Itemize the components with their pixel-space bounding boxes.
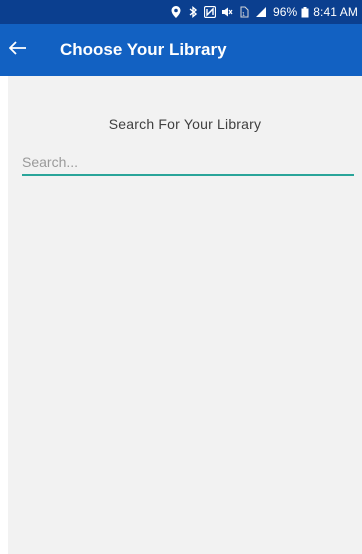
battery-icon bbox=[301, 6, 309, 18]
page-title: Choose Your Library bbox=[60, 40, 227, 59]
app-bar: Choose Your Library bbox=[0, 24, 362, 76]
sim-icon: 1 bbox=[238, 6, 250, 18]
battery-status: 96% 8:41 AM bbox=[273, 5, 358, 19]
mute-icon bbox=[221, 6, 233, 18]
main-content: Search For Your Library bbox=[8, 76, 362, 554]
status-icons: 1 bbox=[170, 6, 267, 18]
app-screen: 1 96% 8:41 AM Choose Your Library Search… bbox=[0, 0, 362, 554]
back-button[interactable] bbox=[0, 24, 46, 76]
svg-text:1: 1 bbox=[242, 12, 245, 18]
signal-icon bbox=[255, 6, 267, 18]
search-label: Search For Your Library bbox=[108, 116, 262, 132]
location-icon bbox=[170, 6, 182, 18]
nfc-icon bbox=[203, 6, 216, 18]
search-input[interactable] bbox=[22, 150, 354, 176]
bluetooth-icon bbox=[187, 6, 199, 18]
status-time: 8:41 AM bbox=[313, 5, 358, 19]
status-bar: 1 96% 8:41 AM bbox=[0, 0, 362, 24]
arrow-left-icon bbox=[8, 40, 27, 60]
battery-percent: 96% bbox=[272, 5, 298, 19]
